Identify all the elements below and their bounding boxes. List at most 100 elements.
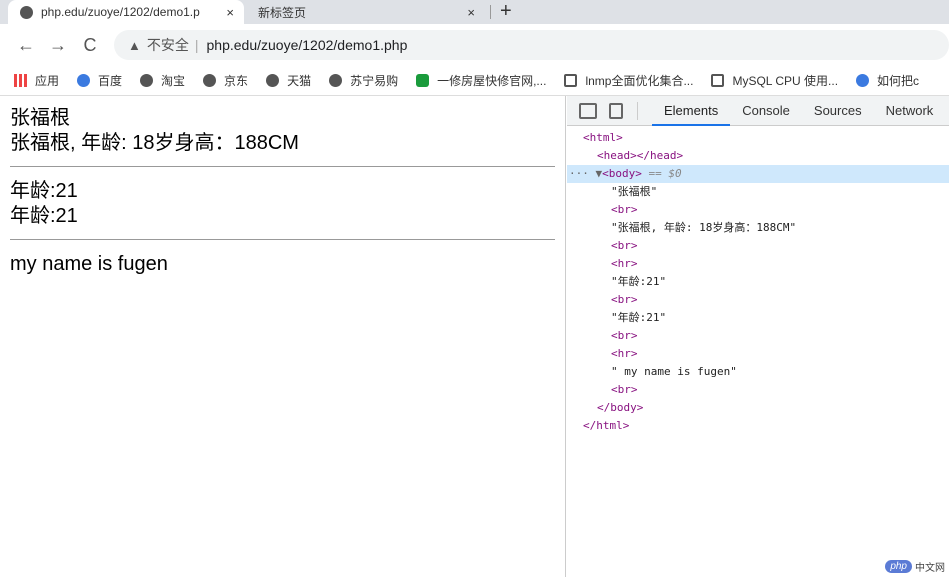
tag: <br> bbox=[611, 383, 638, 396]
dom-node[interactable]: <html> bbox=[567, 129, 949, 147]
dom-node[interactable]: "年龄:21" bbox=[567, 309, 949, 327]
divider bbox=[490, 5, 491, 19]
bookmark-label: 淘宝 bbox=[161, 74, 186, 88]
dom-node[interactable]: <head></head> bbox=[567, 147, 949, 165]
forward-button[interactable]: → bbox=[42, 35, 74, 56]
php-logo: php bbox=[885, 560, 912, 573]
tag: <html> bbox=[583, 131, 623, 144]
tab-demo1[interactable]: php.edu/zuoye/1202/demo1.p × bbox=[8, 0, 244, 24]
bookmark-taobao[interactable]: 淘宝 bbox=[140, 72, 185, 89]
dom-node[interactable]: <br> bbox=[567, 327, 949, 345]
bookmarks-bar: 应用 百度 淘宝 京东 天猫 苏宁易购 一修房屋快修官网,... lnmp全面优… bbox=[0, 66, 949, 96]
text-node: "年龄:21" bbox=[611, 311, 667, 324]
tag: <hr> bbox=[611, 257, 638, 270]
device-toggle-icon[interactable] bbox=[609, 102, 623, 119]
bookmark-label: 京东 bbox=[224, 74, 249, 88]
bookmark-suning[interactable]: 苏宁易购 bbox=[329, 72, 398, 89]
text-line: 年龄:21 bbox=[10, 180, 78, 202]
tag: <hr> bbox=[611, 347, 638, 360]
paw-icon bbox=[856, 74, 870, 87]
apps-icon bbox=[14, 74, 27, 87]
reload-button[interactable]: C bbox=[74, 35, 106, 56]
bookmark-jd[interactable]: 京东 bbox=[203, 72, 248, 89]
bookmark-label: 如何把c bbox=[877, 74, 920, 88]
paw-icon bbox=[77, 74, 91, 87]
bookmark-label: 天猫 bbox=[287, 74, 312, 88]
dom-node[interactable]: <hr> bbox=[567, 345, 949, 363]
tab-console[interactable]: Console bbox=[730, 96, 802, 126]
bookmark-mysql[interactable]: MySQL CPU 使用... bbox=[711, 72, 838, 89]
text-node: "张福根, 年龄: 18岁身高：188CM" bbox=[611, 221, 797, 234]
tag: <br> bbox=[611, 329, 638, 342]
dom-node-selected[interactable]: ··· ▼<body> == $0 bbox=[567, 165, 949, 183]
dolphin-icon bbox=[711, 74, 725, 87]
dom-node[interactable]: "年龄:21" bbox=[567, 273, 949, 291]
bookmark-lnmp[interactable]: lnmp全面优化集合... bbox=[564, 72, 693, 89]
bookmark-label: 一修房屋快修官网,... bbox=[437, 74, 547, 88]
devtools-tabs: Elements Console Sources Network bbox=[567, 96, 949, 126]
text-line: 张福根, 年龄: 18岁身高：188CM bbox=[10, 132, 299, 154]
watermark: php 中文网 bbox=[885, 559, 945, 574]
dom-node[interactable]: "张福根" bbox=[567, 183, 949, 201]
house-icon bbox=[416, 74, 430, 87]
toolbar: ← → C ▲ 不安全 | php.edu/zuoye/1202/demo1.p… bbox=[0, 24, 949, 66]
close-icon[interactable]: × bbox=[226, 5, 234, 20]
text-node: "年龄:21" bbox=[611, 275, 667, 288]
back-button[interactable]: ← bbox=[10, 35, 42, 56]
new-tab-button[interactable]: + bbox=[500, 0, 512, 22]
bookmark-apps[interactable]: 应用 bbox=[14, 72, 59, 89]
dom-node[interactable]: " my name is fugen" bbox=[567, 363, 949, 381]
bookmark-label: 苏宁易购 bbox=[350, 74, 399, 88]
divider bbox=[10, 239, 555, 240]
tag: <br> bbox=[611, 293, 638, 306]
globe-icon bbox=[329, 74, 343, 87]
close-icon[interactable]: × bbox=[467, 5, 475, 20]
bookmark-label: 应用 bbox=[35, 74, 60, 88]
tab-title: 新标签页 bbox=[258, 5, 307, 20]
tab-sources[interactable]: Sources bbox=[802, 96, 874, 126]
tab-network[interactable]: Network bbox=[874, 96, 946, 126]
globe-icon bbox=[266, 74, 280, 87]
bookmark-baidu[interactable]: 百度 bbox=[77, 72, 122, 89]
bookmark-yixiu[interactable]: 一修房屋快修官网,... bbox=[416, 72, 546, 89]
divider: | bbox=[194, 37, 199, 53]
bookmark-label: 百度 bbox=[98, 74, 123, 88]
security-label[interactable]: 不安全 bbox=[147, 35, 189, 55]
bookmark-tmall[interactable]: 天猫 bbox=[266, 72, 311, 89]
divider bbox=[637, 101, 638, 120]
url-text[interactable]: php.edu/zuoye/1202/demo1.php bbox=[207, 37, 408, 53]
tag: <br> bbox=[611, 239, 638, 252]
globe-icon bbox=[203, 74, 217, 87]
address-bar[interactable]: ▲ 不安全 | php.edu/zuoye/1202/demo1.php bbox=[114, 30, 949, 60]
dom-node[interactable]: <br> bbox=[567, 201, 949, 219]
tag: <br> bbox=[611, 203, 638, 216]
dom-node[interactable]: </html> bbox=[567, 417, 949, 435]
inspect-icon[interactable] bbox=[579, 102, 597, 119]
bookmark-howto[interactable]: 如何把c bbox=[856, 72, 919, 89]
tag: </body> bbox=[597, 401, 644, 414]
bookmark-label: MySQL CPU 使用... bbox=[732, 74, 839, 88]
dom-node[interactable]: <br> bbox=[567, 237, 949, 255]
watermark-text: 中文网 bbox=[915, 563, 945, 574]
tab-new[interactable]: 新标签页 × bbox=[250, 0, 485, 24]
warning-icon[interactable]: ▲ bbox=[128, 38, 141, 53]
dom-node[interactable]: "张福根, 年龄: 18岁身高：188CM" bbox=[567, 219, 949, 237]
tab-elements[interactable]: Elements bbox=[652, 96, 731, 126]
page-content: 张福根 张福根, 年龄: 18岁身高：188CM 年龄:21 年龄:21 my … bbox=[0, 96, 566, 577]
dom-node[interactable]: <hr> bbox=[567, 255, 949, 273]
devtools-panel: Elements Console Sources Network <html> … bbox=[567, 96, 949, 577]
tag: <body> bbox=[602, 167, 642, 180]
dom-node[interactable]: </body> bbox=[567, 399, 949, 417]
divider bbox=[10, 166, 555, 167]
globe-icon bbox=[140, 74, 154, 87]
text-line: my name is fugen bbox=[10, 253, 168, 275]
text-line: 张福根 bbox=[10, 107, 70, 129]
text-node: " my name is fugen" bbox=[611, 365, 737, 378]
dom-node[interactable]: <br> bbox=[567, 291, 949, 309]
tab-title: php.edu/zuoye/1202/demo1.p bbox=[41, 5, 200, 19]
bookmark-label: lnmp全面优化集合... bbox=[585, 74, 694, 88]
globe-icon bbox=[20, 5, 33, 19]
dolphin-icon bbox=[564, 74, 578, 87]
selected-marker: == $0 bbox=[648, 167, 682, 180]
dom-node[interactable]: <br> bbox=[567, 381, 949, 399]
